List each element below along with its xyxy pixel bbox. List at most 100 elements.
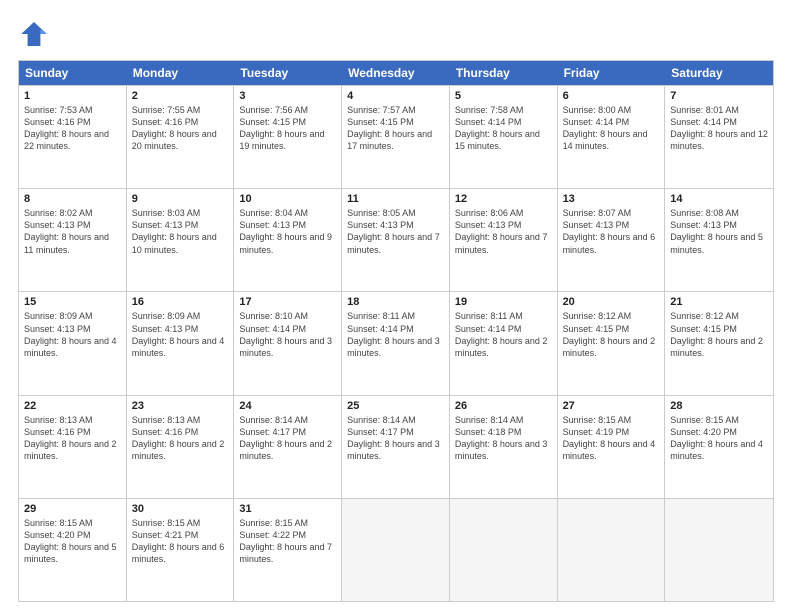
day-cell-29: 29 Sunrise: 8:15 AMSunset: 4:20 PMDayligh… — [19, 499, 127, 601]
day-info: Sunrise: 8:08 AMSunset: 4:13 PMDaylight:… — [670, 207, 768, 256]
day-number: 15 — [24, 296, 121, 308]
day-cell-3: 3 Sunrise: 7:56 AMSunset: 4:15 PMDaylight… — [234, 86, 342, 188]
day-cell-30: 30Sunrise: 8:15 AMSunset: 4:21 PMDayligh… — [127, 499, 235, 601]
day-cell-28: 28 Sunrise: 8:15 AMSunset: 4:20 PMDayligh… — [665, 396, 773, 498]
day-info: Sunrise: 8:15 AMSunset: 4:22 PMDaylight:… — [239, 517, 336, 566]
logo-icon — [18, 18, 50, 50]
day-cell-19: 19 Sunrise: 8:11 AMSunset: 4:14 PMDayligh… — [450, 292, 558, 394]
day-info: Sunrise: 8:03 AMSunset: 4:13 PMDaylight:… — [132, 207, 229, 256]
day-number: 20 — [563, 296, 660, 308]
day-cell-25: 25 Sunrise: 8:14 AMSunset: 4:17 PMDayligh… — [342, 396, 450, 498]
day-cell-17: 17 Sunrise: 8:10 AMSunset: 4:14 PMDayligh… — [234, 292, 342, 394]
header-day-tuesday: Tuesday — [234, 61, 342, 85]
week-row-2: 8 Sunrise: 8:02 AMSunset: 4:13 PMDaylight… — [19, 188, 773, 291]
day-info: Sunrise: 8:15 AMSunset: 4:20 PMDaylight:… — [670, 414, 768, 463]
day-info: Sunrise: 7:56 AMSunset: 4:15 PMDaylight:… — [239, 104, 336, 153]
empty-cell — [342, 499, 450, 601]
day-number: 13 — [563, 193, 660, 205]
header-day-sunday: Sunday — [19, 61, 127, 85]
day-info: Sunrise: 7:53 AMSunset: 4:16 PMDaylight:… — [24, 104, 121, 153]
page: SundayMondayTuesdayWednesdayThursdayFrid… — [0, 0, 792, 612]
day-number: 26 — [455, 400, 552, 412]
day-number: 17 — [239, 296, 336, 308]
day-number: 4 — [347, 90, 444, 102]
week-row-1: 1 Sunrise: 7:53 AMSunset: 4:16 PMDaylight… — [19, 85, 773, 188]
day-cell-22: 22 Sunrise: 8:13 AMSunset: 4:16 PMDayligh… — [19, 396, 127, 498]
day-info: Sunrise: 8:12 AMSunset: 4:15 PMDaylight:… — [670, 310, 768, 359]
day-cell-5: 5 Sunrise: 7:58 AMSunset: 4:14 PMDaylight… — [450, 86, 558, 188]
day-info: Sunrise: 8:01 AMSunset: 4:14 PMDaylight:… — [670, 104, 768, 153]
day-info: Sunrise: 8:15 AMSunset: 4:19 PMDaylight:… — [563, 414, 660, 463]
day-cell-10: 10 Sunrise: 8:04 AMSunset: 4:13 PMDayligh… — [234, 189, 342, 291]
calendar: SundayMondayTuesdayWednesdayThursdayFrid… — [18, 60, 774, 602]
day-info: Sunrise: 8:04 AMSunset: 4:13 PMDaylight:… — [239, 207, 336, 256]
day-info: Sunrise: 8:05 AMSunset: 4:13 PMDaylight:… — [347, 207, 444, 256]
day-number: 6 — [563, 90, 660, 102]
day-number: 31 — [239, 503, 336, 515]
day-number: 1 — [24, 90, 121, 102]
header-day-monday: Monday — [127, 61, 235, 85]
day-number: 25 — [347, 400, 444, 412]
day-number: 23 — [132, 400, 229, 412]
day-cell-18: 18Sunrise: 8:11 AMSunset: 4:14 PMDayligh… — [342, 292, 450, 394]
day-number: 22 — [24, 400, 121, 412]
day-number: 18 — [347, 296, 444, 308]
day-number: 27 — [563, 400, 660, 412]
day-info: Sunrise: 8:00 AMSunset: 4:14 PMDaylight:… — [563, 104, 660, 153]
day-cell-15: 15Sunrise: 8:09 AMSunset: 4:13 PMDayligh… — [19, 292, 127, 394]
day-cell-23: 23 Sunrise: 8:13 AMSunset: 4:16 PMDayligh… — [127, 396, 235, 498]
day-number: 11 — [347, 193, 444, 205]
day-info: Sunrise: 8:10 AMSunset: 4:14 PMDaylight:… — [239, 310, 336, 359]
day-cell-12: 12 Sunrise: 8:06 AMSunset: 4:13 PMDayligh… — [450, 189, 558, 291]
week-row-5: 29 Sunrise: 8:15 AMSunset: 4:20 PMDayligh… — [19, 498, 773, 601]
day-info: Sunrise: 8:14 AMSunset: 4:17 PMDaylight:… — [347, 414, 444, 463]
header-day-friday: Friday — [558, 61, 666, 85]
day-info: Sunrise: 8:13 AMSunset: 4:16 PMDaylight:… — [132, 414, 229, 463]
week-row-3: 15 Sunrise: 8:09 AMSunset: 4:13 PMDayligh… — [19, 291, 773, 394]
day-number: 5 — [455, 90, 552, 102]
day-cell-2: 2 Sunrise: 7:55 AMSunset: 4:16 PMDaylight… — [127, 86, 235, 188]
day-info: Sunrise: 7:55 AMSunset: 4:16 PMDaylight:… — [132, 104, 229, 153]
day-cell-11: 11 Sunrise: 8:05 AMSunset: 4:13 PMDayligh… — [342, 189, 450, 291]
day-cell-21: 21Sunrise: 8:12 AMSunset: 4:15 PMDayligh… — [665, 292, 773, 394]
week-row-4: 22 Sunrise: 8:13 AMSunset: 4:16 PMDayligh… — [19, 395, 773, 498]
day-cell-27: 27 Sunrise: 8:15 AMSunset: 4:19 PMDayligh… — [558, 396, 666, 498]
day-cell-24: 24 Sunrise: 8:14 AMSunset: 4:17 PMDayligh… — [234, 396, 342, 498]
day-number: 7 — [670, 90, 768, 102]
day-cell-7: 7 Sunrise: 8:01 AMSunset: 4:14 PMDaylight… — [665, 86, 773, 188]
day-number: 19 — [455, 296, 552, 308]
calendar-body: 1 Sunrise: 7:53 AMSunset: 4:16 PMDaylight… — [19, 85, 773, 601]
day-number: 8 — [24, 193, 121, 205]
day-info: Sunrise: 8:11 AMSunset: 4:14 PMDaylight:… — [455, 310, 552, 359]
day-cell-6: 6 Sunrise: 8:00 AMSunset: 4:14 PMDaylight… — [558, 86, 666, 188]
day-info: Sunrise: 8:13 AMSunset: 4:16 PMDaylight:… — [24, 414, 121, 463]
day-info: Sunrise: 8:12 AMSunset: 4:15 PMDaylight:… — [563, 310, 660, 359]
day-number: 29 — [24, 503, 121, 515]
day-number: 9 — [132, 193, 229, 205]
empty-cell — [665, 499, 773, 601]
day-cell-20: 20 Sunrise: 8:12 AMSunset: 4:15 PMDayligh… — [558, 292, 666, 394]
day-info: Sunrise: 8:14 AMSunset: 4:17 PMDaylight:… — [239, 414, 336, 463]
day-cell-31: 31 Sunrise: 8:15 AMSunset: 4:22 PMDayligh… — [234, 499, 342, 601]
header — [18, 18, 774, 50]
day-info: Sunrise: 7:58 AMSunset: 4:14 PMDaylight:… — [455, 104, 552, 153]
day-info: Sunrise: 8:02 AMSunset: 4:13 PMDaylight:… — [24, 207, 121, 256]
empty-cell — [558, 499, 666, 601]
day-number: 2 — [132, 90, 229, 102]
empty-cell — [450, 499, 558, 601]
calendar-header: SundayMondayTuesdayWednesdayThursdayFrid… — [19, 61, 773, 85]
day-info: Sunrise: 8:14 AMSunset: 4:18 PMDaylight:… — [455, 414, 552, 463]
logo — [18, 18, 54, 50]
day-number: 12 — [455, 193, 552, 205]
day-number: 28 — [670, 400, 768, 412]
day-number: 3 — [239, 90, 336, 102]
day-info: Sunrise: 8:06 AMSunset: 4:13 PMDaylight:… — [455, 207, 552, 256]
day-cell-8: 8 Sunrise: 8:02 AMSunset: 4:13 PMDaylight… — [19, 189, 127, 291]
header-day-wednesday: Wednesday — [342, 61, 450, 85]
day-number: 30 — [132, 503, 229, 515]
day-cell-4: 4Sunrise: 7:57 AMSunset: 4:15 PMDaylight… — [342, 86, 450, 188]
day-info: Sunrise: 8:15 AMSunset: 4:20 PMDaylight:… — [24, 517, 121, 566]
day-info: Sunrise: 8:09 AMSunset: 4:13 PMDaylight:… — [132, 310, 229, 359]
day-number: 24 — [239, 400, 336, 412]
day-number: 10 — [239, 193, 336, 205]
